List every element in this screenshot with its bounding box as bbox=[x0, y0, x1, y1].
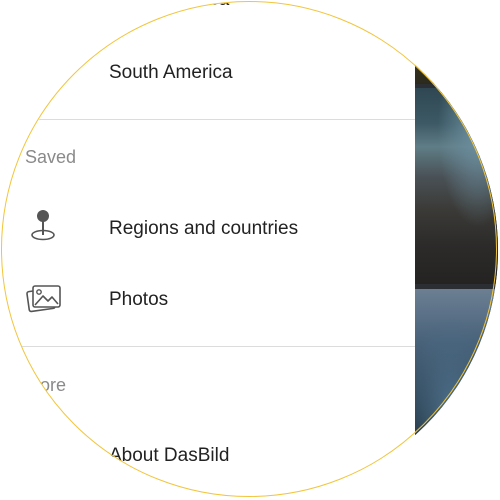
drawer-item-about[interactable]: About DasBild bbox=[2, 424, 415, 484]
section-divider bbox=[2, 119, 415, 120]
drawer-item-label: Photos bbox=[109, 289, 169, 310]
drawer-item-regions-and-countries[interactable]: Regions and countries bbox=[2, 198, 415, 258]
magnifier-viewport: North America South America Saved Regio bbox=[2, 2, 498, 498]
drawer-item-north-america[interactable]: North America bbox=[2, 2, 415, 32]
section-divider bbox=[2, 346, 415, 347]
photo-grid-background bbox=[415, 2, 498, 498]
app-screen: North America South America Saved Regio bbox=[0, 0, 500, 500]
navigation-drawer: North America South America Saved Regio bbox=[2, 2, 415, 498]
photos-icon bbox=[24, 279, 64, 319]
drawer-item-label: South America bbox=[109, 62, 233, 83]
drawer-item-label: Regions and countries bbox=[109, 218, 299, 239]
photo-thumbnail[interactable] bbox=[415, 2, 498, 84]
section-header-more: More bbox=[25, 375, 67, 395]
drawer-item-label: North America bbox=[109, 2, 229, 11]
drawer-item-label: About DasBild bbox=[109, 445, 230, 466]
section-header-saved: Saved bbox=[25, 147, 77, 167]
photo-thumbnail[interactable] bbox=[415, 88, 498, 284]
map-pin-icon bbox=[24, 206, 64, 246]
drawer-item-photos[interactable]: Photos bbox=[2, 269, 415, 329]
drawer-item-south-america[interactable]: South America bbox=[2, 42, 415, 102]
photo-thumbnail[interactable] bbox=[415, 289, 498, 498]
